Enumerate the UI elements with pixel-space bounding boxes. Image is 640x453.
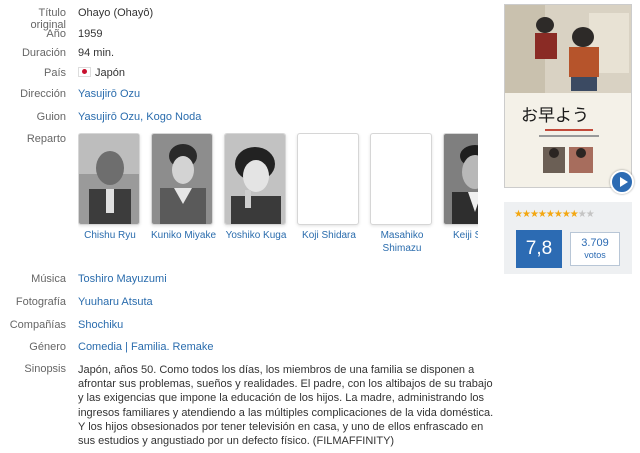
star-filled-icon: ★ (529, 209, 539, 220)
star-filled-icon: ★ (521, 209, 531, 220)
screenplay-link[interactable]: Yasujirō Ozu, Kogo Noda (78, 111, 201, 123)
cast-name[interactable]: Yoshiko Kuga (224, 229, 288, 242)
star-empty-icon: ★ (577, 209, 587, 220)
country: Japón (78, 67, 125, 79)
row-country: País Japón (0, 67, 495, 79)
cast-name[interactable]: Masahiko Shimazu (370, 229, 434, 253)
row-director: Dirección Yasujirō Ozu (0, 88, 495, 100)
companies-link[interactable]: Shochiku (78, 319, 123, 331)
star-filled-icon: ★ (561, 209, 571, 220)
cast-member[interactable]: Masahiko Shimazu (370, 133, 434, 253)
cast-name[interactable]: Kuniko Miyake (151, 229, 216, 242)
label-genre: Género (29, 341, 66, 353)
row-music: Música Toshiro Mayuzumi (0, 273, 495, 285)
cast-strip: Chishu Ryu Kuniko Miyake Yoshiko Kuga Ko… (78, 133, 478, 253)
cast-member[interactable]: Koji Shidara (297, 133, 361, 242)
star-filled-icon: ★ (545, 209, 555, 220)
row-photography: Fotografía Yuuharu Atsuta (0, 296, 495, 308)
genre-link[interactable]: Comedia | Familia. Remake (78, 341, 214, 353)
label-photography: Fotografía (15, 296, 66, 308)
poster-title: お早よう (521, 106, 589, 126)
star-filled-icon: ★ (537, 209, 547, 220)
synopsis-text: Japón, años 50. Como todos los días, los… (78, 364, 494, 448)
star-filled-icon: ★ (514, 209, 523, 220)
cast-photo[interactable] (443, 133, 478, 225)
country-name: Japón (95, 67, 125, 79)
rating-stars: ★★★★★★★★★★ (514, 209, 595, 220)
label-director: Dirección (20, 88, 66, 100)
votes-label: votos (584, 250, 606, 260)
label-screenplay: Guion (36, 111, 66, 123)
cast-photo-placeholder[interactable] (297, 133, 359, 225)
poster-image[interactable]: お早よう (504, 4, 632, 188)
row-genre: Género Comedia | Familia. Remake (0, 341, 495, 353)
star-filled-icon: ★ (569, 209, 579, 220)
director-link[interactable]: Yasujirō Ozu (78, 88, 140, 100)
votes-count: 3.709 (581, 237, 609, 249)
row-year: Año 1959 (0, 28, 495, 40)
cast-member[interactable]: Chishu Ryu (78, 133, 142, 242)
rating-box: ★★★★★★★★★★ 7,8 3.709 votos (504, 202, 632, 274)
votes-box[interactable]: 3.709 votos (570, 232, 620, 266)
label-synopsis: Sinopsis (24, 363, 66, 375)
row-duration: Duración 94 min. (0, 47, 495, 59)
cast-photo-placeholder[interactable] (370, 133, 432, 225)
star-filled-icon: ★ (553, 209, 563, 220)
duration: 94 min. (78, 47, 115, 59)
star-empty-icon: ★ (585, 209, 595, 220)
photography-link[interactable]: Yuuharu Atsuta (78, 296, 153, 308)
year: 1959 (78, 28, 103, 40)
row-screenplay: Guion Yasujirō Ozu, Kogo Noda (0, 111, 495, 123)
cast-photo[interactable] (224, 133, 286, 225)
label-year: Año (46, 28, 66, 40)
cast-member[interactable]: Keiji S (443, 133, 478, 242)
label-companies: Compañías (9, 319, 66, 331)
cast-photo[interactable] (151, 133, 213, 225)
average-rating: 7,8 (516, 230, 562, 268)
row-companies: Compañías Shochiku (0, 319, 495, 331)
japan-flag-icon (78, 67, 91, 77)
cast-photo[interactable] (78, 133, 140, 225)
cast-name[interactable]: Koji Shidara (297, 229, 361, 242)
label-duration: Duración (21, 47, 66, 59)
cast-name[interactable]: Chishu Ryu (78, 229, 142, 242)
cast-member[interactable]: Kuniko Miyake (151, 133, 216, 242)
music-link[interactable]: Toshiro Mayuzumi (78, 273, 167, 285)
label-cast: Reparto (26, 133, 66, 145)
label-country: País (43, 67, 66, 79)
cast-member[interactable]: Yoshiko Kuga (224, 133, 288, 242)
cast-name[interactable]: Keiji S (443, 229, 478, 242)
label-music: Música (31, 273, 66, 285)
play-trailer-button[interactable] (610, 170, 634, 194)
